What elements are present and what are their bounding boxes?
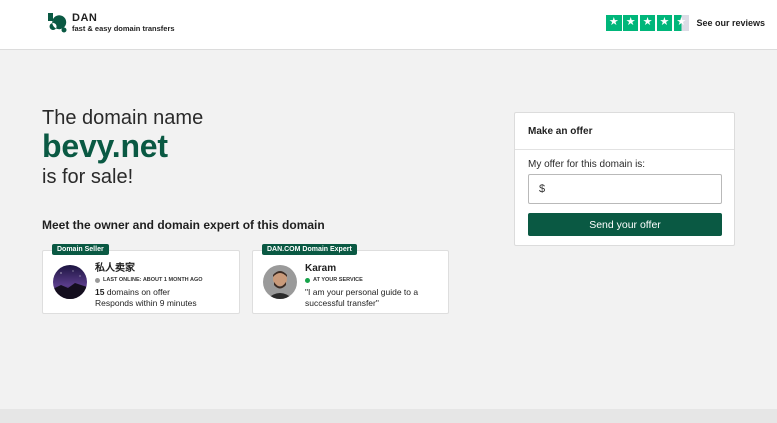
meet-heading: Meet the owner and domain expert of this… xyxy=(42,218,325,232)
send-offer-button[interactable]: Send your offer xyxy=(528,213,722,236)
seller-count-suffix: domains on offer xyxy=(104,287,170,297)
seller-name: 私人卖家 xyxy=(95,263,135,274)
seller-avatar xyxy=(53,265,87,299)
footer-strip xyxy=(0,409,777,423)
star-icon: ★ xyxy=(606,15,622,31)
offline-dot-icon xyxy=(95,277,100,283)
offer-label: My offer for this domain is: xyxy=(528,159,646,170)
star-icon: ★ xyxy=(639,15,656,31)
hero-intro: The domain name xyxy=(42,107,204,129)
offer-amount-input[interactable]: $ xyxy=(528,174,722,204)
seller-response-time: Responds within 9 minutes xyxy=(95,298,197,308)
currency-symbol: $ xyxy=(539,183,546,195)
hero-for-sale: is for sale! xyxy=(42,166,134,188)
expert-quote-line2: successful transfer" xyxy=(305,298,379,308)
logo-tagline: fast & easy domain transfers xyxy=(72,24,175,33)
dan-logo[interactable]: DAN fast & easy domain transfers xyxy=(46,12,175,34)
dan-logo-icon xyxy=(46,12,68,34)
expert-status: AT YOUR SERVICE xyxy=(305,276,418,284)
trustpilot-reviews[interactable]: ★ ★ ★ ★ ★ See our reviews xyxy=(606,15,765,31)
online-dot-icon xyxy=(305,277,310,283)
offer-divider xyxy=(515,149,734,150)
seller-domain-count: 15 domains on offer xyxy=(95,287,203,298)
expert-quote-line1: "I am your personal guide to a xyxy=(305,287,419,297)
site-header: DAN fast & easy domain transfers ★ ★ ★ ★… xyxy=(0,0,777,50)
expert-avatar xyxy=(263,265,297,299)
star-icon: ★ xyxy=(656,15,673,31)
seller-status-text: LAST ONLINE: ABOUT 1 MONTH AGO xyxy=(103,277,203,283)
half-star-icon: ★ xyxy=(673,15,690,31)
expert-badge: DAN.COM Domain Expert xyxy=(262,244,357,255)
rating-stars: ★ ★ ★ ★ ★ xyxy=(606,15,690,31)
expert-name: Karam xyxy=(305,263,337,274)
star-icon: ★ xyxy=(622,15,639,31)
domain-name: bevy.net xyxy=(42,128,168,164)
seller-status: LAST ONLINE: ABOUT 1 MONTH AGO xyxy=(95,276,203,284)
expert-card: DAN.COM Domain Expert Karam AT YOUR SERV… xyxy=(252,244,449,314)
offer-title: Make an offer xyxy=(528,126,593,137)
seller-card: Domain Seller 私人卖家 LAST ONLINE: ABOUT 1 … xyxy=(42,244,240,314)
logo-name: DAN xyxy=(72,12,98,24)
see-reviews-link[interactable]: See our reviews xyxy=(696,18,765,28)
make-offer-panel: Make an offer My offer for this domain i… xyxy=(514,112,735,246)
seller-badge: Domain Seller xyxy=(52,244,109,255)
expert-status-text: AT YOUR SERVICE xyxy=(313,277,363,283)
